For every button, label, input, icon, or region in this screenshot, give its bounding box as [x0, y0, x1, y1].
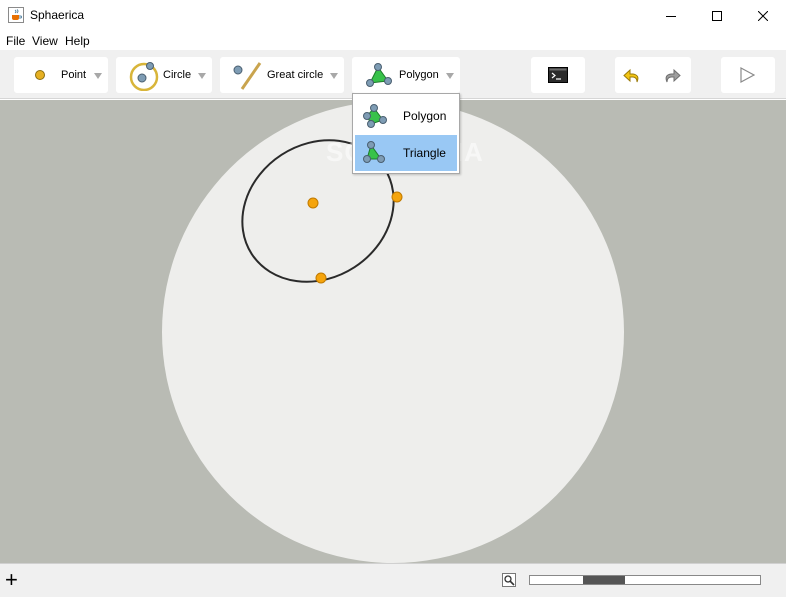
polygon-dropdown-chevron-icon[interactable]	[446, 73, 454, 79]
undo-icon[interactable]	[623, 65, 643, 85]
menu-help[interactable]: Help	[65, 34, 90, 48]
zoom-tool-icon[interactable]	[502, 573, 516, 587]
toolbar: Point Circle Great circle Polygon	[0, 51, 786, 99]
title-bar: Sphaerica	[0, 0, 786, 31]
window-title: Sphaerica	[30, 8, 85, 22]
point-icon	[35, 70, 45, 80]
undo-redo-group	[615, 57, 691, 93]
menu-item-triangle-label: Triangle	[403, 146, 446, 160]
great-circle-tool[interactable]: Great circle	[220, 57, 344, 93]
point-dropdown-chevron-icon[interactable]	[94, 73, 102, 79]
polygon-icon	[366, 63, 392, 87]
point-tool[interactable]: Point	[14, 57, 108, 93]
java-cup-icon	[8, 7, 24, 23]
redo-icon[interactable]	[661, 65, 681, 85]
circle-point-right[interactable]	[391, 191, 403, 203]
minimize-icon	[666, 15, 676, 17]
great-circle-tool-label: Great circle	[267, 69, 324, 81]
polygon-icon	[363, 104, 387, 128]
maximize-button[interactable]	[694, 0, 740, 31]
great-circle-dropdown-chevron-icon[interactable]	[330, 73, 338, 79]
point-tool-label: Point	[61, 69, 87, 81]
center-point[interactable]	[307, 197, 319, 209]
great-circle-icon	[233, 62, 262, 90]
menu-bar: File View Help	[0, 31, 786, 51]
close-icon	[758, 10, 768, 21]
circle-dropdown-chevron-icon[interactable]	[198, 73, 206, 79]
maximize-icon	[712, 10, 722, 21]
polygon-tool[interactable]: Polygon	[352, 57, 460, 93]
status-bar: +	[0, 563, 786, 597]
circle-icon	[129, 62, 159, 91]
zoom-slider-thumb[interactable]	[583, 576, 625, 584]
polygon-tool-label: Polygon	[399, 69, 439, 81]
console-icon	[548, 67, 568, 83]
play-button[interactable]	[721, 57, 775, 93]
magnifier-icon	[504, 575, 515, 586]
menu-view[interactable]: View	[32, 34, 58, 48]
circle-point-bottom[interactable]	[315, 272, 327, 284]
play-icon	[740, 67, 755, 83]
polygon-dropdown-menu: Polygon Triangle	[352, 93, 460, 174]
triangle-icon	[363, 141, 385, 163]
circle-tool-label: Circle	[163, 69, 192, 81]
menu-item-triangle[interactable]: Triangle	[355, 135, 457, 171]
close-button[interactable]	[740, 0, 786, 31]
add-button[interactable]: +	[5, 569, 23, 591]
menu-file[interactable]: File	[6, 34, 25, 48]
minimize-button[interactable]	[648, 0, 694, 31]
menu-item-polygon[interactable]: Polygon	[355, 98, 457, 134]
circle-tool[interactable]: Circle	[116, 57, 212, 93]
menu-item-polygon-label: Polygon	[403, 109, 447, 123]
console-button[interactable]	[531, 57, 585, 93]
zoom-slider[interactable]	[529, 575, 761, 585]
